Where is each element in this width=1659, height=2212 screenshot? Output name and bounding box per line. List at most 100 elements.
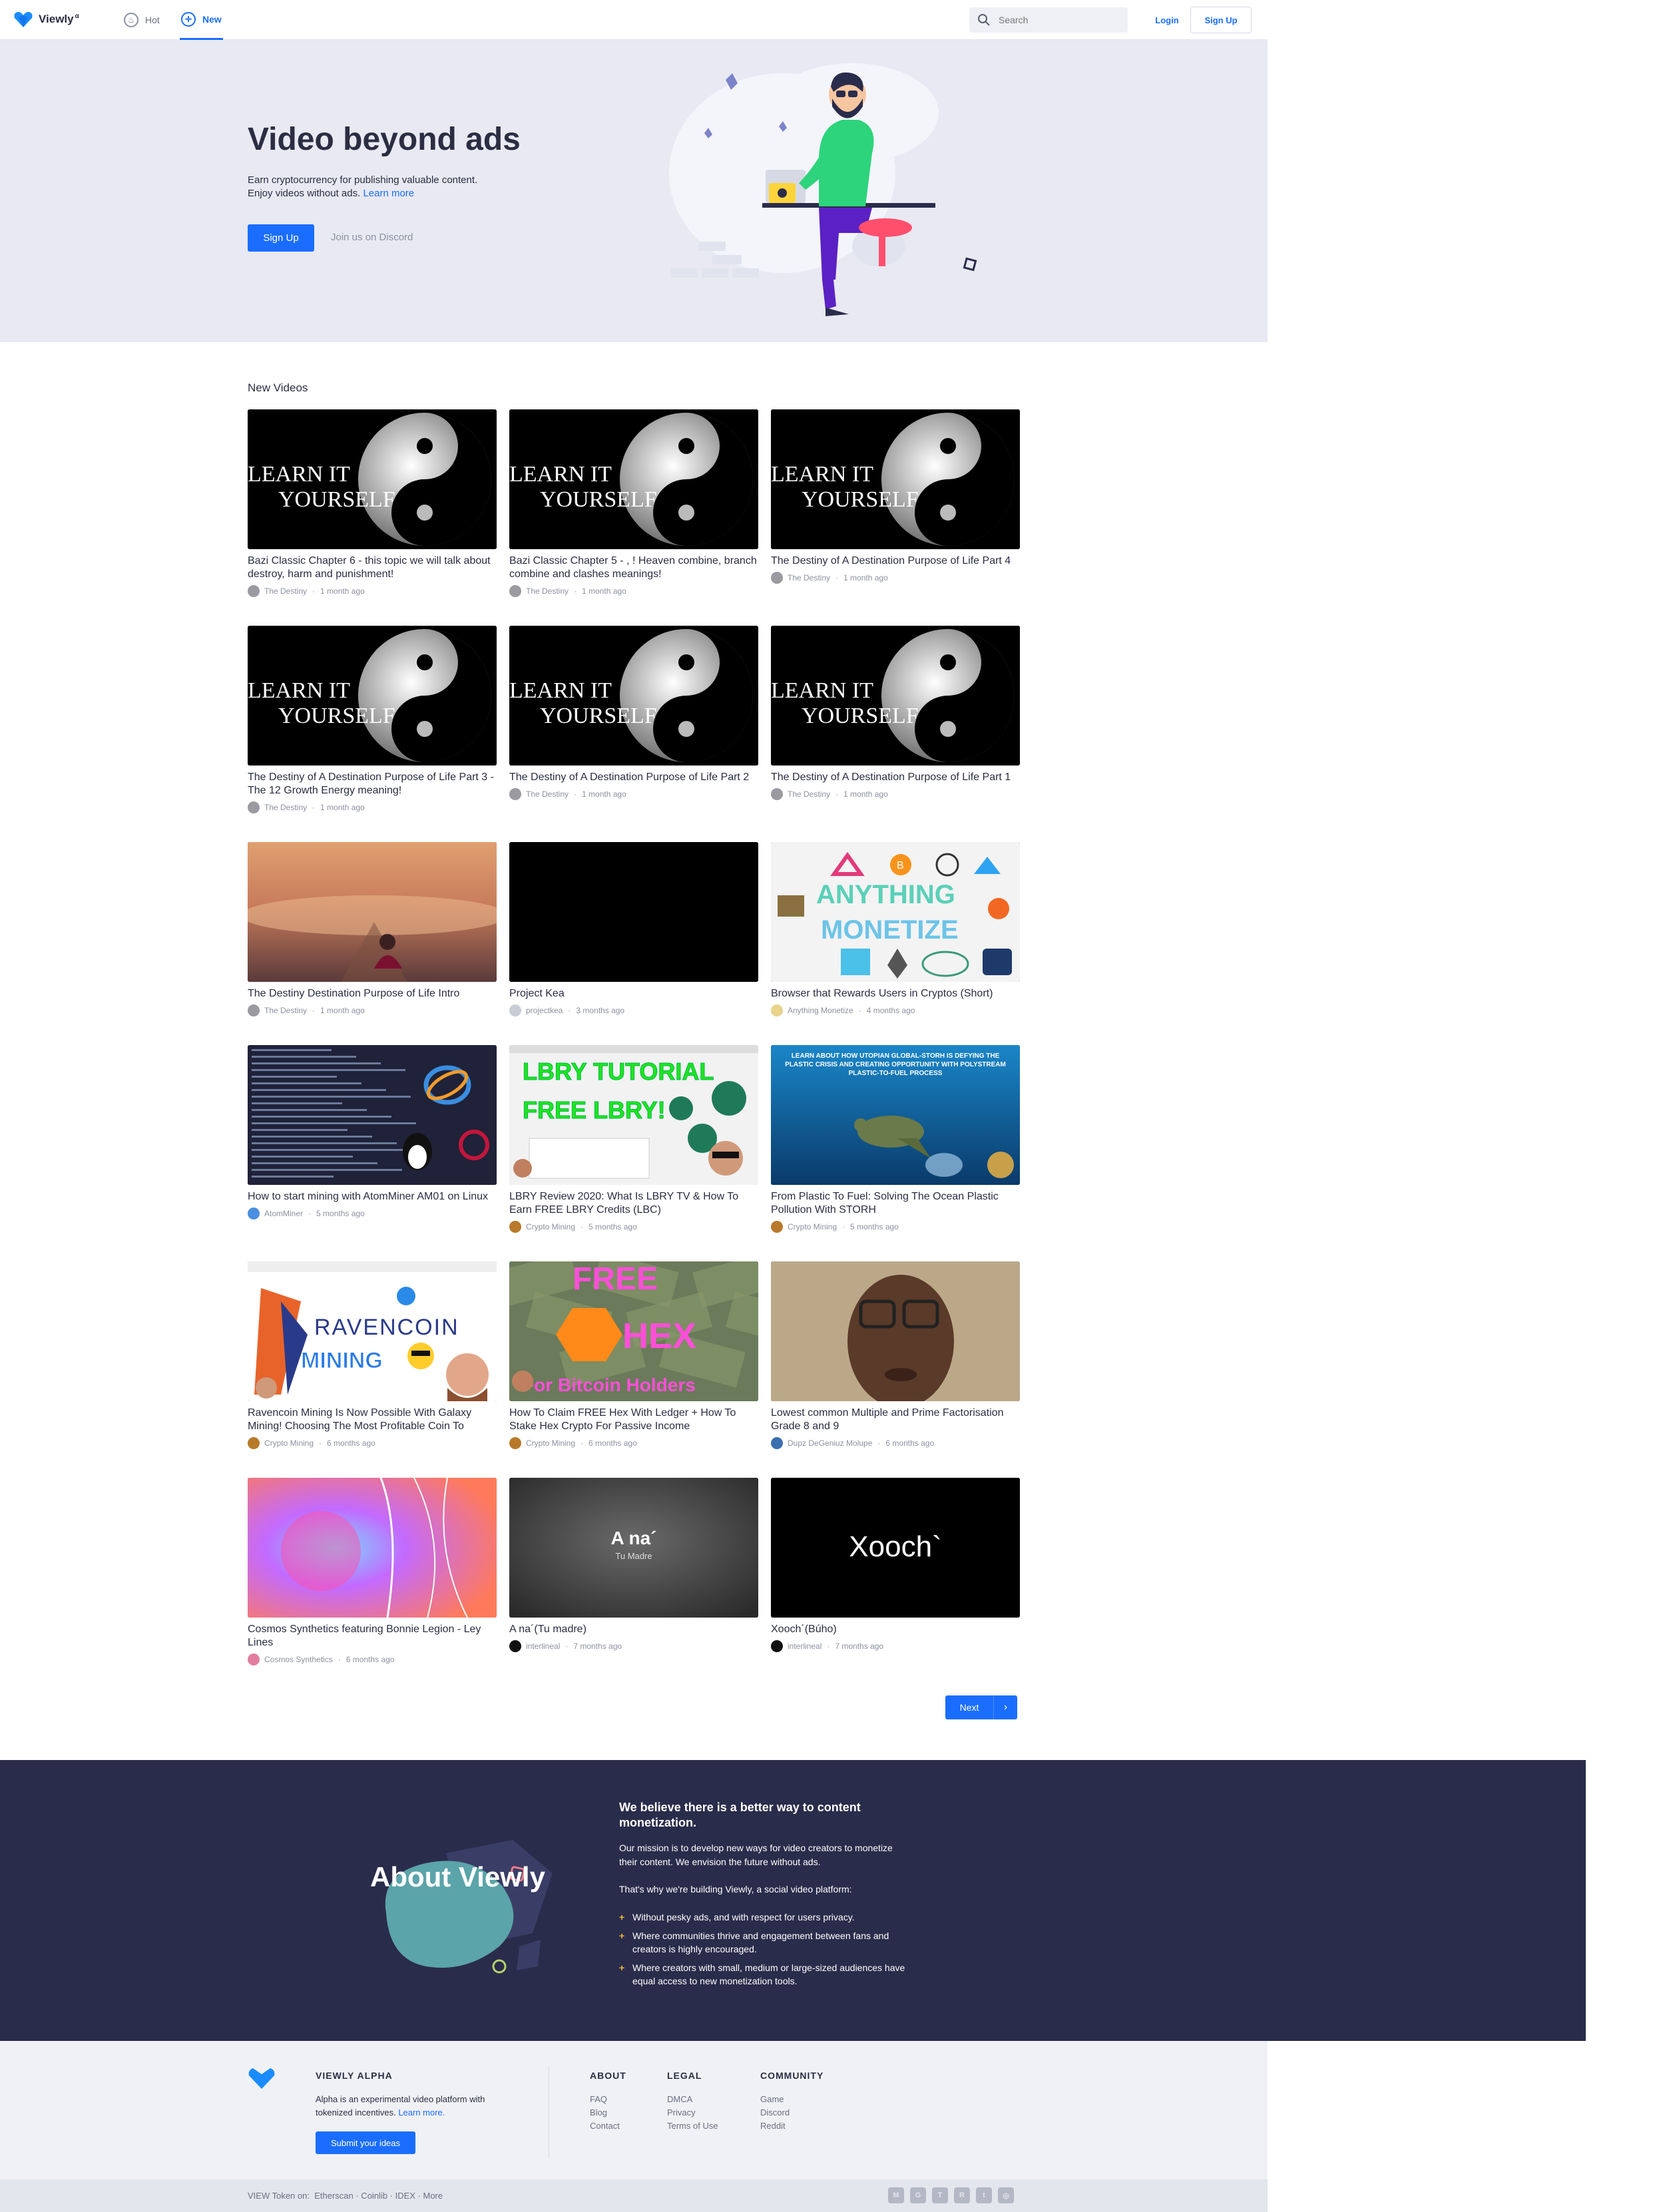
video-card[interactable]: LEARN IT YOURSELF Bazi Classic Chapter 5… xyxy=(509,409,758,597)
video-thumbnail[interactable]: LEARN IT YOURSELF xyxy=(771,626,1020,766)
video-title[interactable]: Lowest common Multiple and Prime Factori… xyxy=(771,1407,1020,1433)
video-thumbnail[interactable]: A na´ Tu Madre xyxy=(509,1478,758,1618)
channel-name[interactable]: Cosmos Synthetics xyxy=(264,1655,333,1664)
video-title[interactable]: The Destiny Destination Purpose of Life … xyxy=(248,987,497,1000)
video-title[interactable]: How To Claim FREE Hex With Ledger + How … xyxy=(509,1407,758,1433)
video-title[interactable]: Ravencoin Mining Is Now Possible With Ga… xyxy=(248,1407,497,1433)
join-discord-link[interactable]: Join us on Discord xyxy=(331,232,413,243)
video-thumbnail[interactable]: RAVENCOIN MINING xyxy=(248,1261,497,1401)
channel-name[interactable]: The Destiny xyxy=(264,1006,307,1015)
channel-name[interactable]: AtomMiner xyxy=(264,1209,303,1218)
channel-avatar[interactable] xyxy=(509,788,521,800)
instagram-icon[interactable]: ◎ xyxy=(998,2187,1014,2203)
video-card[interactable]: LEARN IT YOURSELF The Destiny of A Desti… xyxy=(248,626,497,813)
channel-avatar[interactable] xyxy=(509,1004,521,1016)
video-thumbnail[interactable] xyxy=(248,842,497,982)
video-card[interactable]: B ANYTHING MONETIZE Browser that Rewards… xyxy=(771,842,1020,1016)
footer-link-discord[interactable]: Discord xyxy=(760,2106,824,2119)
video-card[interactable]: LEARN ABOUT HOW UTOPIAN GLOBAL-STORH IS … xyxy=(771,1045,1020,1233)
channel-avatar[interactable] xyxy=(509,585,521,597)
channel-name[interactable]: The Destiny xyxy=(788,789,830,799)
search-input[interactable] xyxy=(999,15,1118,25)
video-title[interactable]: Browser that Rewards Users in Cryptos (S… xyxy=(771,987,1020,1000)
twitter-icon[interactable]: t xyxy=(976,2187,992,2203)
next-page-button[interactable]: Next › xyxy=(945,1695,1017,1719)
channel-name[interactable]: Crypto Mining xyxy=(526,1222,575,1231)
video-thumbnail[interactable]: B ANYTHING MONETIZE xyxy=(771,842,1020,982)
video-card[interactable]: A na´ Tu Madre A na´(Tu madre) interline… xyxy=(509,1478,758,1652)
channel-name[interactable]: Crypto Mining xyxy=(264,1438,314,1448)
footer-link-game[interactable]: Game xyxy=(760,2093,824,2106)
github-icon[interactable]: G xyxy=(910,2187,926,2203)
video-title[interactable]: From Plastic To Fuel: Solving The Ocean … xyxy=(771,1190,1020,1217)
video-card[interactable]: LEARN IT YOURSELF Bazi Classic Chapter 6… xyxy=(248,409,497,597)
channel-name[interactable]: Dupz DeGeniuz Molupe xyxy=(788,1438,872,1448)
video-card[interactable]: LEARN IT YOURSELF The Destiny of A Desti… xyxy=(771,409,1020,584)
video-thumbnail[interactable]: LBRY TUTORIAL FREE LBRY! xyxy=(509,1045,758,1185)
reddit-icon[interactable]: R xyxy=(954,2187,970,2203)
footer-link-reddit[interactable]: Reddit xyxy=(760,2119,824,2133)
video-thumbnail[interactable]: LEARN IT YOURSELF xyxy=(248,626,497,766)
channel-avatar[interactable] xyxy=(248,1654,260,1665)
channel-avatar[interactable] xyxy=(248,1208,260,1219)
video-title[interactable]: A na´(Tu madre) xyxy=(509,1623,758,1636)
channel-avatar[interactable] xyxy=(509,1221,521,1233)
channel-name[interactable]: The Destiny xyxy=(526,586,569,596)
login-button[interactable]: Login xyxy=(1144,7,1190,33)
channel-name[interactable]: Anything Monetize xyxy=(788,1006,853,1015)
video-card[interactable]: Xooch` Xooch´(Búho) interlineal · 7 mont… xyxy=(771,1478,1020,1652)
channel-avatar[interactable] xyxy=(248,1437,260,1449)
video-card[interactable]: LEARN IT YOURSELF The Destiny of A Desti… xyxy=(771,626,1020,800)
video-thumbnail[interactable]: LEARN IT YOURSELF xyxy=(771,409,1020,549)
video-title[interactable]: Cosmos Synthetics featuring Bonnie Legio… xyxy=(248,1623,497,1650)
channel-name[interactable]: interlineal xyxy=(526,1642,560,1651)
hero-signup-button[interactable]: Sign Up xyxy=(248,224,314,252)
video-title[interactable]: Bazi Classic Chapter 6 - this topic we w… xyxy=(248,554,497,581)
channel-name[interactable]: The Destiny xyxy=(264,586,307,596)
video-card[interactable]: LBRY TUTORIAL FREE LBRY! LBRY Review 202… xyxy=(509,1045,758,1233)
channel-name[interactable]: The Destiny xyxy=(526,789,569,799)
channel-avatar[interactable] xyxy=(248,1004,260,1016)
video-title[interactable]: The Destiny of A Destination Purpose of … xyxy=(509,771,758,784)
video-title[interactable]: Project Kea xyxy=(509,987,758,1000)
channel-avatar[interactable] xyxy=(509,1640,521,1652)
footer-learn-more-link[interactable]: Learn more. xyxy=(398,2107,445,2117)
video-thumbnail[interactable] xyxy=(771,1261,1020,1401)
channel-name[interactable]: The Destiny xyxy=(788,573,830,582)
channel-avatar[interactable] xyxy=(771,1004,783,1016)
video-card[interactable]: Cosmos Synthetics featuring Bonnie Legio… xyxy=(248,1478,497,1665)
channel-avatar[interactable] xyxy=(509,1437,521,1449)
channel-name[interactable]: The Destiny xyxy=(264,803,307,812)
hero-learn-more-link[interactable]: Learn more xyxy=(363,188,414,199)
video-card[interactable]: FREE HEX For Bitcoin Holders How To Clai… xyxy=(509,1261,758,1449)
video-thumbnail[interactable] xyxy=(248,1478,497,1618)
video-thumbnail[interactable]: FREE HEX For Bitcoin Holders xyxy=(509,1261,758,1401)
tab-hot[interactable]: ♨ Hot xyxy=(124,0,160,40)
channel-avatar[interactable] xyxy=(771,572,783,584)
footer-link-privacy[interactable]: Privacy xyxy=(667,2106,718,2119)
video-title[interactable]: The Destiny of A Destination Purpose of … xyxy=(771,554,1020,568)
channel-avatar[interactable] xyxy=(771,1640,783,1652)
video-card[interactable]: Lowest common Multiple and Prime Factori… xyxy=(771,1261,1020,1449)
channel-avatar[interactable] xyxy=(771,788,783,800)
channel-avatar[interactable] xyxy=(771,1437,783,1449)
token-exchange-links[interactable]: Etherscan · Coinlib · IDEX · More xyxy=(314,2191,443,2201)
video-title[interactable]: The Destiny of A Destination Purpose of … xyxy=(771,771,1020,784)
channel-name[interactable]: Crypto Mining xyxy=(788,1222,837,1231)
submit-ideas-button[interactable]: Submit your ideas xyxy=(316,2131,415,2154)
footer-link-blog[interactable]: Blog xyxy=(590,2106,626,2119)
video-thumbnail[interactable]: LEARN ABOUT HOW UTOPIAN GLOBAL-STORH IS … xyxy=(771,1045,1020,1185)
video-card[interactable]: The Destiny Destination Purpose of Life … xyxy=(248,842,497,1016)
medium-icon[interactable]: M xyxy=(888,2187,904,2203)
footer-link-contact[interactable]: Contact xyxy=(590,2119,626,2133)
footer-link-faq[interactable]: FAQ xyxy=(590,2093,626,2106)
video-card[interactable]: How to start mining with AtomMiner AM01 … xyxy=(248,1045,497,1219)
telegram-icon[interactable]: T xyxy=(932,2187,948,2203)
video-title[interactable]: Xooch´(Búho) xyxy=(771,1623,1020,1636)
channel-name[interactable]: projectkea xyxy=(526,1006,563,1015)
video-thumbnail[interactable]: LEARN IT YOURSELF xyxy=(248,409,497,549)
viewly-logo[interactable]: Viewly α xyxy=(13,9,79,29)
footer-link-dmca[interactable]: DMCA xyxy=(667,2093,718,2106)
video-title[interactable]: LBRY Review 2020: What Is LBRY TV & How … xyxy=(509,1190,758,1217)
channel-name[interactable]: Crypto Mining xyxy=(526,1438,575,1448)
